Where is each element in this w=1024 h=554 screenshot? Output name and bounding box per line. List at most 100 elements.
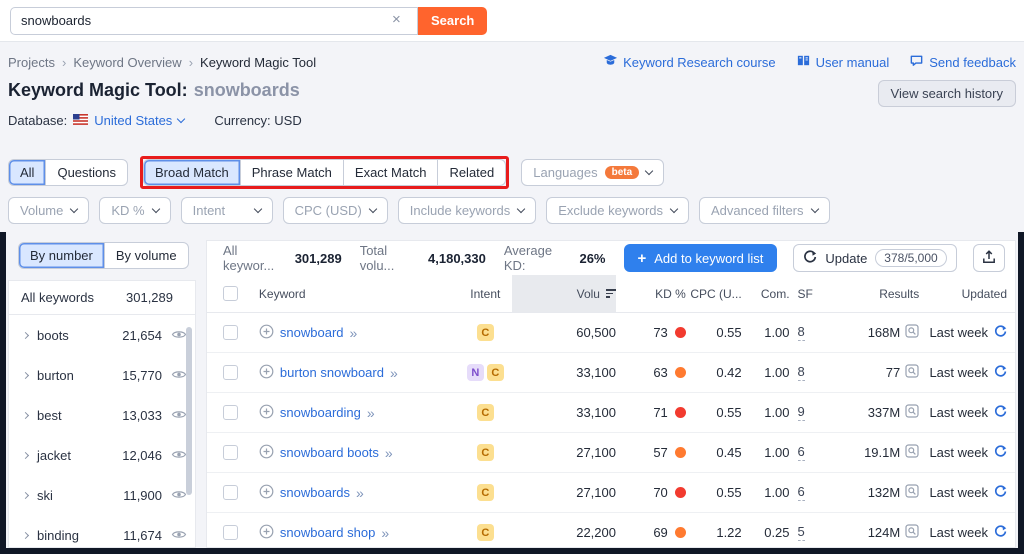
user-manual-link[interactable]: User manual <box>796 53 890 71</box>
sidebar-scrollbar[interactable] <box>186 327 192 495</box>
sidebar-group-best[interactable]: best 13,033 <box>9 395 195 435</box>
col-label: Volu <box>577 287 600 301</box>
refresh-icon[interactable] <box>994 325 1007 341</box>
eye-icon[interactable] <box>171 408 187 423</box>
circle-plus-icon[interactable] <box>259 484 274 502</box>
col-keyword[interactable]: Keyword <box>259 275 458 312</box>
sidebar-group-binding[interactable]: binding 11,674 <box>9 515 195 548</box>
expand-arrows-icon[interactable]: » <box>381 525 389 541</box>
serp-icon[interactable] <box>905 524 919 541</box>
col-com[interactable]: Com. <box>742 275 790 312</box>
circle-plus-icon[interactable] <box>259 444 274 462</box>
circle-plus-icon[interactable] <box>259 364 274 382</box>
sidebar-group-ski[interactable]: ski 11,900 <box>9 475 195 515</box>
eye-icon[interactable] <box>171 368 187 383</box>
eye-icon[interactable] <box>171 528 187 543</box>
keyword-link[interactable]: snowboarding <box>280 405 361 420</box>
keyword-research-course-link[interactable]: Keyword Research course <box>603 53 775 71</box>
search-button[interactable]: Search <box>418 7 487 35</box>
circle-plus-icon[interactable] <box>259 324 274 342</box>
keyword-link[interactable]: snowboard <box>280 325 344 340</box>
col-updated[interactable]: Updated <box>919 275 1007 312</box>
search-clear-icon[interactable]: × <box>392 12 401 27</box>
eye-icon[interactable] <box>171 328 187 343</box>
serp-icon[interactable] <box>905 484 919 501</box>
row-checkbox[interactable] <box>223 405 238 420</box>
keyword-link[interactable]: burton snowboard <box>280 365 384 380</box>
row-checkbox[interactable] <box>223 445 238 460</box>
expand-arrows-icon[interactable]: » <box>350 325 358 341</box>
update-button[interactable]: Update 378/5,000 <box>793 244 956 272</box>
chevron-down-icon <box>253 205 261 213</box>
send-feedback-link[interactable]: Send feedback <box>909 53 1016 71</box>
eye-icon[interactable] <box>171 448 187 463</box>
col-cpc[interactable]: CPC (U... <box>686 275 742 312</box>
col-results[interactable]: Results <box>825 275 919 312</box>
tab-related[interactable]: Related <box>437 160 505 185</box>
toggle-by-volume[interactable]: By volume <box>104 243 188 268</box>
expand-arrows-icon[interactable]: » <box>356 485 364 501</box>
row-checkbox[interactable] <box>223 525 238 540</box>
sf-value[interactable]: 8 <box>798 364 805 381</box>
database-selector[interactable]: United States <box>94 113 184 128</box>
col-intent[interactable]: Intent <box>458 275 512 312</box>
export-button[interactable] <box>973 244 1005 272</box>
keyword-link[interactable]: snowboard shop <box>280 525 375 540</box>
col-volume[interactable]: Volu <box>512 275 616 312</box>
breadcrumb-projects[interactable]: Projects <box>8 55 55 70</box>
filter-exclude-keywords[interactable]: Exclude keywords <box>546 197 689 224</box>
expand-arrows-icon[interactable]: » <box>385 445 393 461</box>
breadcrumb-keyword-overview[interactable]: Keyword Overview <box>73 55 181 70</box>
keyword-link[interactable]: snowboard boots <box>280 445 379 460</box>
col-label: KD % <box>655 287 686 301</box>
sf-value[interactable]: 6 <box>798 484 805 501</box>
refresh-icon[interactable] <box>994 365 1007 381</box>
row-checkbox[interactable] <box>223 325 238 340</box>
tab-phrase-match[interactable]: Phrase Match <box>240 160 343 185</box>
tab-questions[interactable]: Questions <box>45 160 127 185</box>
refresh-icon[interactable] <box>994 405 1007 421</box>
kd-dot <box>675 327 686 338</box>
sidebar-group-jacket[interactable]: jacket 12,046 <box>9 435 195 475</box>
search-input[interactable] <box>10 7 418 35</box>
filter-volume[interactable]: Volume <box>8 197 89 224</box>
expand-arrows-icon[interactable]: » <box>390 365 398 381</box>
serp-icon[interactable] <box>905 364 919 381</box>
filter-kd[interactable]: KD % <box>99 197 170 224</box>
filter-intent[interactable]: Intent <box>181 197 273 224</box>
row-checkbox[interactable] <box>223 365 238 380</box>
circle-plus-icon[interactable] <box>259 524 274 542</box>
add-to-keyword-list-button[interactable]: + Add to keyword list <box>624 244 778 272</box>
filter-advanced[interactable]: Advanced filters <box>699 197 830 224</box>
all-keywords-row[interactable]: All keywords 301,289 <box>9 281 195 315</box>
serp-icon[interactable] <box>905 404 919 421</box>
filter-include-keywords[interactable]: Include keywords <box>398 197 536 224</box>
sidebar-group-boots[interactable]: boots 21,654 <box>9 315 195 355</box>
refresh-icon[interactable] <box>994 445 1007 461</box>
sf-value[interactable]: 5 <box>798 524 805 541</box>
toggle-by-number[interactable]: By number <box>19 243 104 268</box>
keyword-link[interactable]: snowboards <box>280 485 350 500</box>
sidebar-group-burton[interactable]: burton 15,770 <box>9 355 195 395</box>
view-search-history-button[interactable]: View search history <box>878 80 1016 107</box>
refresh-icon[interactable] <box>994 525 1007 541</box>
eye-icon[interactable] <box>171 488 187 503</box>
circle-plus-icon[interactable] <box>259 404 274 422</box>
tab-all[interactable]: All <box>9 160 45 185</box>
col-sf[interactable]: SF <box>790 275 826 312</box>
sf-value[interactable]: 9 <box>798 404 805 421</box>
filter-cpc[interactable]: CPC (USD) <box>283 197 388 224</box>
languages-dropdown[interactable]: Languages beta <box>521 159 664 186</box>
sf-value[interactable]: 6 <box>798 444 805 461</box>
sf-value[interactable]: 8 <box>798 324 805 341</box>
tab-exact-match[interactable]: Exact Match <box>343 160 438 185</box>
row-checkbox[interactable] <box>223 485 238 500</box>
serp-icon[interactable] <box>905 324 919 341</box>
serp-icon[interactable] <box>905 444 919 461</box>
refresh-icon[interactable] <box>994 485 1007 501</box>
tab-broad-match[interactable]: Broad Match <box>144 160 240 185</box>
select-all-checkbox[interactable] <box>223 286 238 301</box>
expand-arrows-icon[interactable]: » <box>367 405 375 421</box>
chevron-right-icon <box>22 371 29 378</box>
col-kd[interactable]: KD % <box>616 275 686 312</box>
